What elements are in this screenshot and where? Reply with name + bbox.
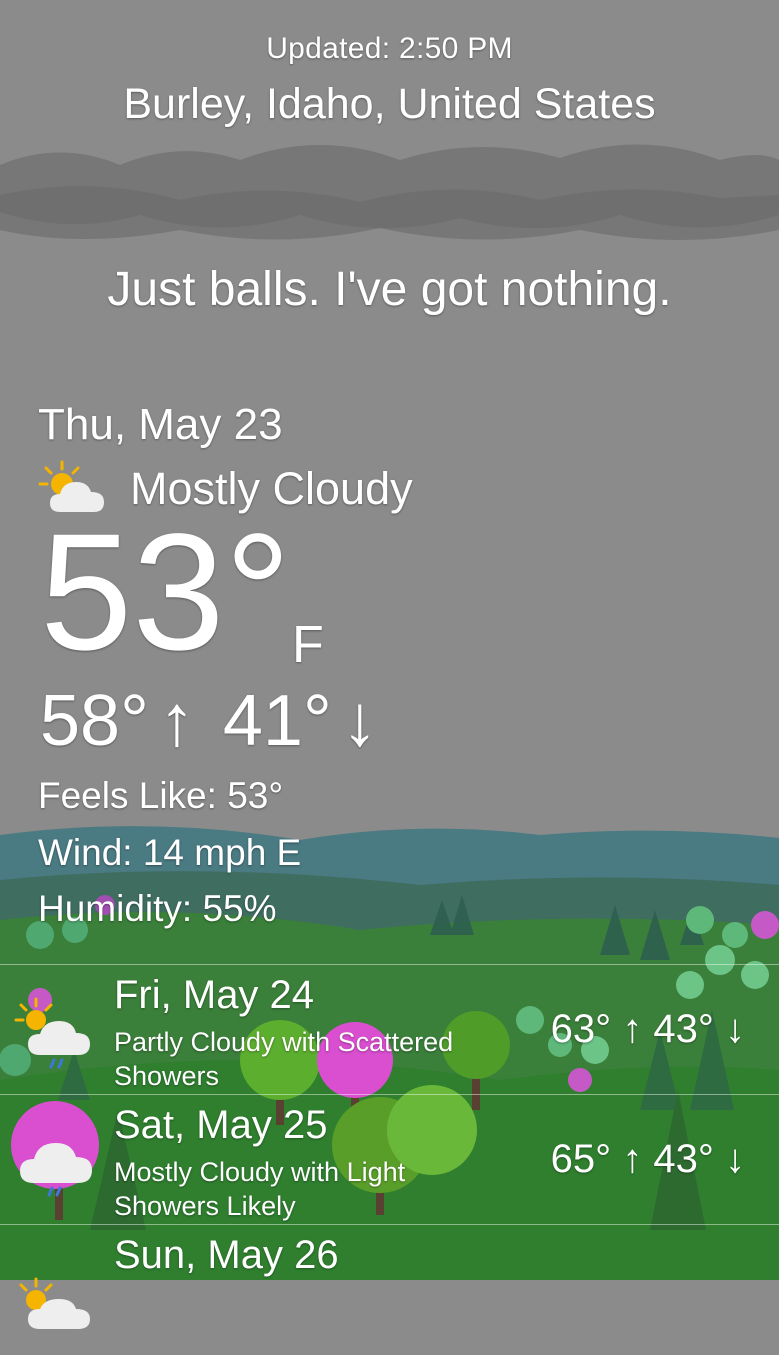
wind: Wind: 14 mph E xyxy=(38,832,302,873)
forecast-date: Sun, May 26 xyxy=(114,1233,339,1277)
weather-tagline: Just balls. I've got nothing. xyxy=(107,263,672,316)
high-low-temperature: 58° ↑ 41° ↓ xyxy=(40,680,378,762)
low-temp: 41° xyxy=(222,681,332,761)
feels-like: Feels Like: 53° xyxy=(38,775,284,816)
sun-behind-cloud-icon xyxy=(19,1277,90,1329)
updated-time: Updated: 2:50 PM xyxy=(266,32,513,65)
current-date: Thu, May 23 xyxy=(38,400,283,449)
location-title[interactable]: Burley, Idaho, United States xyxy=(0,80,779,129)
partly-cloudy-showers-icon xyxy=(14,997,90,1069)
down-arrow-icon: ↓ xyxy=(341,681,378,761)
forecast-summary: Partly Cloudy with Scattered Showers xyxy=(114,1027,454,1091)
high-temp: 58° xyxy=(40,681,149,761)
up-arrow-icon: ↑ xyxy=(158,681,195,761)
forecast-high-low: 63° ↑ 43° ↓ xyxy=(550,1007,745,1051)
forecast-date: Sat, May 25 xyxy=(114,1103,328,1147)
current-temperature: 53° xyxy=(40,500,292,685)
temperature-unit: F xyxy=(292,616,324,674)
forecast-high-low: 65° ↑ 43° ↓ xyxy=(550,1137,745,1181)
cloudy-light-showers-icon xyxy=(20,1143,92,1197)
humidity: Humidity: 55% xyxy=(38,888,277,929)
forecast-row[interactable]: Fri, May 24 Partly Cloudy with Scattered… xyxy=(0,964,779,1095)
high-group: 58° ↑ xyxy=(40,680,195,762)
forecast-row[interactable]: Sat, May 25 Mostly Cloudy with Light Sho… xyxy=(0,1094,779,1225)
forecast-summary: Mostly Cloudy with Light Showers Likely xyxy=(114,1157,406,1221)
forecast-date: Fri, May 24 xyxy=(114,973,315,1017)
low-group: 41° ↓ xyxy=(223,680,378,762)
forecast-row[interactable]: Sun, May 26 xyxy=(0,1224,779,1355)
